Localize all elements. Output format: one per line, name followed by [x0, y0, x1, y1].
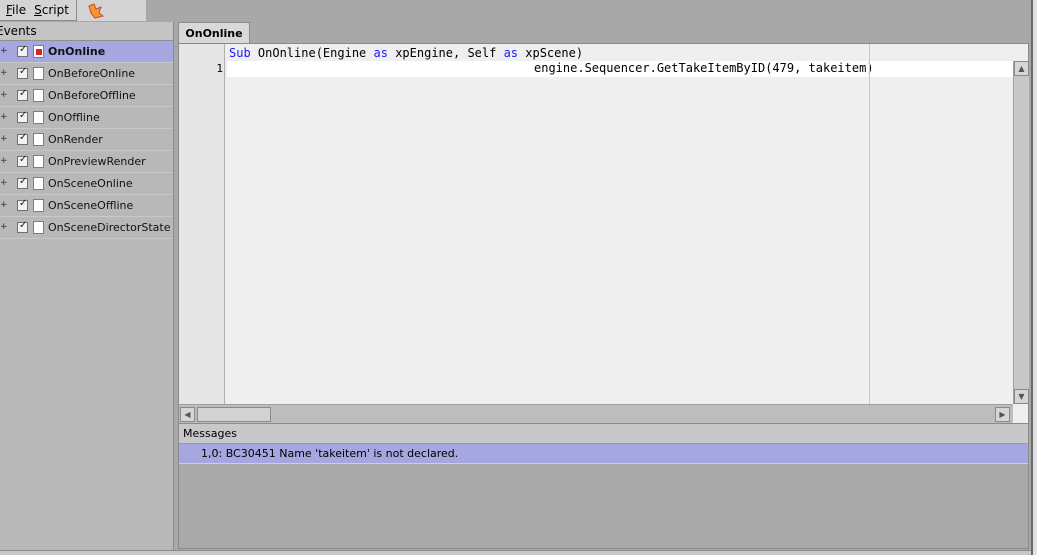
flame-icon	[88, 2, 105, 19]
toolbar-background	[146, 0, 1031, 21]
event-item-onsceneonline[interactable]: + OnSceneOnline	[0, 173, 173, 195]
message-item[interactable]: 1,0: BC30451 Name 'takeitem' is not decl…	[179, 444, 1028, 464]
scroll-up-button[interactable]: ▲	[1014, 61, 1029, 76]
event-item-onoffline[interactable]: + OnOffline	[0, 107, 173, 129]
event-label: OnSceneOnline	[48, 177, 133, 190]
code-editor[interactable]: 1 Sub OnOnline(Engine as xpEngine, Self …	[178, 43, 1029, 426]
event-enabled-checkbox[interactable]	[17, 154, 28, 167]
right-margin-guide	[869, 44, 870, 404]
code-text: xpScene)	[518, 46, 584, 60]
expand-icon[interactable]: +	[0, 135, 8, 144]
event-label: OnBeforeOnline	[48, 67, 136, 80]
script-document-icon	[33, 199, 44, 212]
expand-icon[interactable]: +	[0, 47, 8, 56]
vertical-scrollbar[interactable]: ▲ ▼	[1013, 61, 1029, 404]
expand-icon[interactable]: +	[0, 91, 8, 100]
event-item-onscenedirectorstate[interactable]: + OnSceneDirectorState	[0, 217, 173, 239]
compile-tool-button[interactable]	[76, 0, 146, 21]
script-document-icon	[33, 89, 44, 102]
event-enabled-checkbox[interactable]	[17, 176, 28, 189]
messages-header: Messages	[179, 424, 1028, 444]
script-document-icon	[33, 133, 44, 146]
expand-icon[interactable]: +	[0, 179, 8, 188]
line-number-gutter: 1	[179, 44, 225, 404]
script-document-icon	[33, 221, 44, 234]
expand-icon[interactable]: +	[0, 69, 8, 78]
event-item-ononline[interactable]: + OnOnline	[0, 41, 173, 63]
code-line-signature: Sub OnOnline(Engine as xpEngine, Self as…	[229, 46, 583, 60]
event-item-onbeforeonline[interactable]: + OnBeforeOnline	[0, 63, 173, 85]
event-enabled-checkbox[interactable]	[17, 198, 28, 211]
event-item-onrender[interactable]: + OnRender	[0, 129, 173, 151]
script-error-icon	[33, 45, 44, 58]
expand-icon[interactable]: +	[0, 223, 8, 232]
scroll-down-button[interactable]: ▼	[1014, 389, 1029, 404]
event-enabled-checkbox[interactable]	[17, 66, 28, 79]
event-enabled-checkbox[interactable]	[17, 110, 28, 123]
expand-icon[interactable]: +	[0, 113, 8, 122]
keyword-as: as	[503, 46, 519, 60]
event-enabled-checkbox[interactable]	[17, 132, 28, 145]
keyword-sub: Sub	[229, 46, 251, 60]
event-label: OnOffline	[48, 111, 100, 124]
script-editor-area: OnOnline 1 Sub OnOnline(Engine as xpEngi…	[176, 22, 1031, 555]
menu-script[interactable]: Script	[34, 3, 69, 17]
events-panel: Events + OnOnline + OnBeforeOnline + OnB…	[0, 22, 174, 555]
event-label: OnSceneDirectorState	[48, 221, 171, 234]
line-number: 1	[216, 62, 223, 75]
event-label: OnBeforeOffline	[48, 89, 136, 102]
event-enabled-checkbox[interactable]	[17, 220, 28, 233]
menu-file[interactable]: File	[6, 3, 26, 17]
event-item-onbeforeoffline[interactable]: + OnBeforeOffline	[0, 85, 173, 107]
horizontal-scrollbar[interactable]: ◀ ▶	[179, 404, 1013, 424]
expand-icon[interactable]: +	[0, 201, 8, 210]
event-label: OnRender	[48, 133, 103, 146]
event-item-onsceneoffline[interactable]: + OnSceneOffline	[0, 195, 173, 217]
event-enabled-checkbox[interactable]	[17, 44, 28, 57]
code-text: OnOnline(Engine	[250, 46, 374, 60]
messages-panel: Messages 1,0: BC30451 Name 'takeitem' is…	[178, 423, 1029, 549]
script-document-icon	[33, 111, 44, 124]
event-label: OnSceneOffline	[48, 199, 134, 212]
code-text: xpEngine, Self	[387, 46, 504, 60]
event-item-onpreviewrender[interactable]: + OnPreviewRender	[0, 151, 173, 173]
event-label: OnPreviewRender	[48, 155, 146, 168]
horizontal-scroll-thumb[interactable]	[197, 407, 271, 422]
keyword-as: as	[373, 46, 388, 60]
script-document-icon	[33, 67, 44, 80]
code-line-current[interactable]: engine.Sequencer.GetTakeItemByID(479, ta…	[227, 61, 1013, 77]
script-document-icon	[33, 177, 44, 190]
window-edge	[1031, 0, 1037, 555]
script-document-icon	[33, 155, 44, 168]
scroll-right-button[interactable]: ▶	[995, 407, 1010, 422]
expand-icon[interactable]: +	[0, 157, 8, 166]
tab-ononline[interactable]: OnOnline	[178, 22, 250, 43]
status-strip	[0, 550, 1031, 555]
scroll-left-button[interactable]: ◀	[180, 407, 195, 422]
events-header: Events	[0, 22, 173, 41]
event-label: OnOnline	[48, 45, 106, 58]
event-enabled-checkbox[interactable]	[17, 88, 28, 101]
